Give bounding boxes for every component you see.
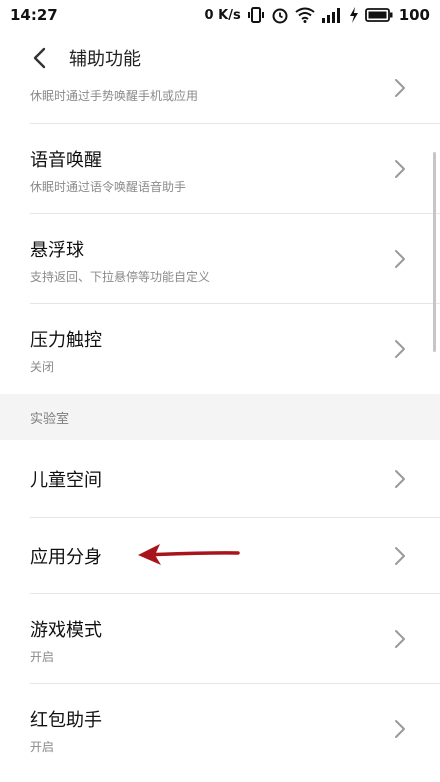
back-button[interactable] <box>20 38 60 78</box>
list-item-title: 红包助手 <box>30 710 102 731</box>
list-item-subtitle: 休眠时通过语令唤醒语音助手 <box>30 180 187 194</box>
chevron-right-icon <box>395 630 405 648</box>
list-item-floating-ball[interactable]: 悬浮球 支持返回、下拉悬停等功能自定义 <box>0 214 440 304</box>
status-icons: 0 K/s 100 <box>205 6 430 24</box>
list-item-title: 应用分身 <box>30 547 102 568</box>
chevron-right-icon <box>395 340 405 358</box>
list-item-subtitle: 休眠时通过手势唤醒手机或应用 <box>30 89 199 103</box>
wifi-icon <box>295 7 315 23</box>
vibrate-icon <box>247 6 265 24</box>
chevron-right-icon <box>395 720 405 738</box>
list-item-gesture-wake[interactable]: 休眠时通过手势唤醒手机或应用 <box>0 79 440 124</box>
page-title: 辅助功能 <box>69 49 141 70</box>
charging-icon <box>349 7 359 23</box>
header: 辅助功能 <box>0 30 440 86</box>
back-arrow-icon <box>33 47 46 69</box>
list-item-title: 游戏模式 <box>30 620 102 641</box>
scrollbar[interactable] <box>433 152 436 352</box>
list-item-title: 悬浮球 <box>30 240 84 261</box>
chevron-right-icon <box>395 470 405 488</box>
list-item-app-clone[interactable]: 应用分身 <box>0 518 440 594</box>
status-time: 14:27 <box>10 6 58 24</box>
alarm-icon <box>271 6 289 24</box>
list-item-game-mode[interactable]: 游戏模式 开启 <box>0 594 440 684</box>
list-item-title: 语音唤醒 <box>30 150 102 171</box>
list-item-title: 儿童空间 <box>30 470 102 491</box>
battery-icon <box>364 7 393 23</box>
list-item-voice-wake[interactable]: 语音唤醒 休眠时通过语令唤醒语音助手 <box>0 124 440 214</box>
chevron-right-icon <box>395 547 405 565</box>
settings-list: 休眠时通过手势唤醒手机或应用 语音唤醒 休眠时通过语令唤醒语音助手 悬浮球 支持… <box>0 79 440 774</box>
list-item-subtitle: 开启 <box>30 740 55 754</box>
chevron-right-icon <box>395 160 405 178</box>
status-bar: 14:27 0 K/s 100 <box>0 0 440 30</box>
list-item-red-packet-helper[interactable]: 红包助手 开启 <box>0 684 440 774</box>
battery-level: 100 <box>398 6 430 24</box>
list-item-subtitle: 支持返回、下拉悬停等功能自定义 <box>30 270 211 284</box>
signal-icon <box>321 7 343 23</box>
list-item-subtitle: 关闭 <box>30 360 55 374</box>
net-speed: 0 K/s <box>204 7 241 23</box>
list-item-title: 压力触控 <box>30 330 102 351</box>
list-item-pressure-touch[interactable]: 压力触控 关闭 <box>0 304 440 394</box>
annotation-arrow-icon <box>138 544 240 565</box>
chevron-right-icon <box>395 250 405 268</box>
list-item-subtitle: 开启 <box>30 650 55 664</box>
section-header-lab: 实验室 <box>0 394 440 440</box>
list-item-kids-space[interactable]: 儿童空间 <box>0 440 440 518</box>
chevron-right-icon <box>395 79 405 97</box>
